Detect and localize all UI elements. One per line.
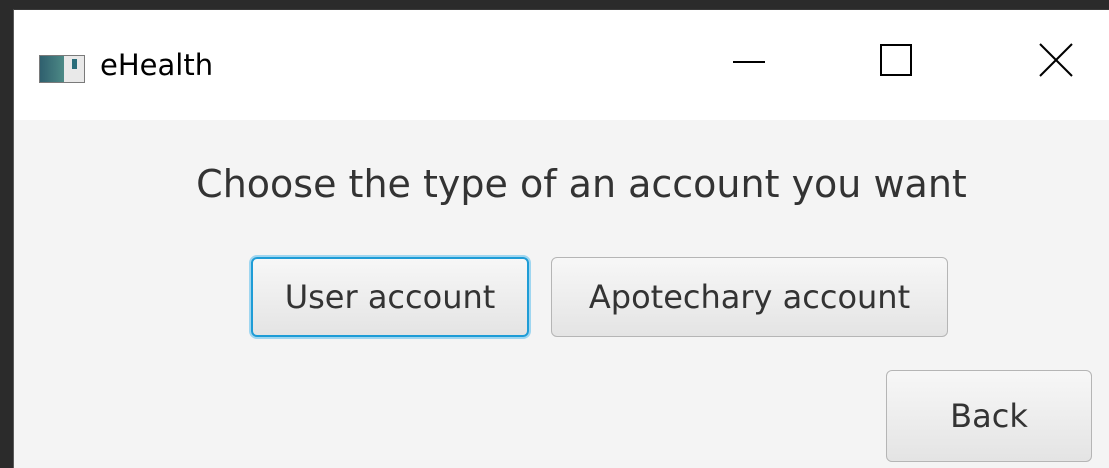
close-icon — [1039, 43, 1073, 77]
prompt-heading: Choose the type of an account you want — [196, 162, 967, 206]
window-title: eHealth — [100, 48, 214, 82]
app-window: eHealth Choose the type of an account yo… — [13, 9, 1109, 468]
minimize-button[interactable] — [709, 40, 789, 90]
app-icon — [39, 55, 85, 83]
user-account-button[interactable]: User account — [251, 257, 529, 337]
back-button[interactable]: Back — [886, 370, 1092, 462]
maximize-button[interactable] — [856, 40, 936, 90]
apotechary-account-button[interactable]: Apotechary account — [551, 257, 948, 337]
minimize-icon — [733, 61, 765, 63]
close-button[interactable] — [1016, 40, 1096, 90]
maximize-icon — [880, 44, 912, 76]
title-bar[interactable]: eHealth — [14, 10, 1109, 120]
